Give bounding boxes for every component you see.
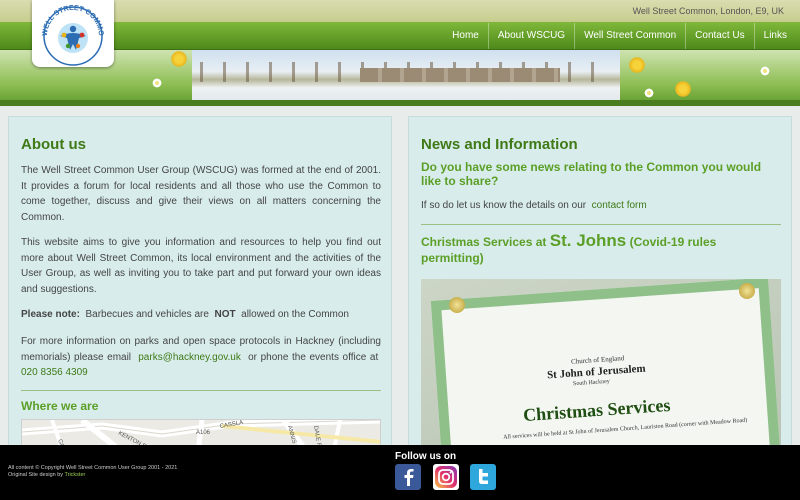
- about-title: About us: [21, 136, 86, 153]
- footer-copyright: All content © Copyright Well Street Comm…: [8, 465, 177, 479]
- instagram-icon: [435, 466, 457, 488]
- facebook-link[interactable]: [395, 464, 421, 490]
- about-panel: About us The Well Street Common User Gro…: [8, 116, 392, 456]
- about-divider: [21, 390, 381, 391]
- nav-home[interactable]: Home: [443, 23, 488, 49]
- daisy-icon: [644, 88, 654, 98]
- about-paragraph-1: The Well Street Common User Group (WSCUG…: [21, 165, 381, 223]
- nav-contact[interactable]: Contact Us: [685, 23, 753, 49]
- please-note-text-b: allowed on the Common: [241, 309, 349, 320]
- please-note-label: Please note:: [21, 309, 80, 320]
- site-footer: All content © Copyright Well Street Comm…: [0, 445, 800, 500]
- banner-buildings: [360, 68, 560, 82]
- main-nav: Home About WSCUG Well Street Common Cont…: [0, 22, 800, 50]
- news-title: News and Information: [421, 136, 578, 153]
- nav-links[interactable]: Links: [753, 23, 796, 49]
- news-contact-text: If so do let us know the details on our …: [421, 198, 781, 214]
- pin-icon: [449, 297, 465, 313]
- nav-well-street-common[interactable]: Well Street Common: [574, 23, 685, 49]
- christmas-headline-church: St. Johns: [549, 231, 627, 250]
- instagram-link[interactable]: [433, 464, 459, 490]
- where-we-are-title: Where we are: [21, 399, 99, 413]
- parks-email-link[interactable]: parks@hackney.gov.uk: [138, 352, 241, 363]
- map-label-a106: A106: [196, 430, 211, 436]
- design-credit-text: Original Site design by: [8, 472, 64, 478]
- christmas-headline-a: Christmas Services at: [421, 235, 547, 249]
- nav-about[interactable]: About WSCUG: [487, 23, 574, 49]
- header-address: Well Street Common, London, E9, UK: [632, 6, 784, 16]
- top-bar: Well Street Common, London, E9, UK: [0, 0, 800, 22]
- twitter-icon: [479, 469, 488, 484]
- events-phone-link[interactable]: 020 8356 4309: [21, 367, 88, 378]
- news-contact-prefix: If so do let us know the details on our: [421, 200, 587, 211]
- news-divider: [421, 224, 781, 225]
- dandelion-icon: [170, 50, 188, 68]
- follow-us-label: Follow us on: [395, 451, 457, 462]
- dandelion-icon: [628, 56, 646, 74]
- dandelion-icon: [674, 80, 692, 98]
- copyright-text: All content © Copyright Well Street Comm…: [8, 465, 178, 471]
- site-logo[interactable]: WELL STREET COMMON USER GROUP: [32, 0, 114, 67]
- news-question: Do you have some news relating to the Co…: [421, 160, 762, 188]
- facebook-icon: [404, 469, 414, 486]
- header-banner: [0, 50, 800, 106]
- daisy-icon: [760, 66, 770, 76]
- christmas-poster-image[interactable]: Church of England St John of Jerusalem S…: [421, 279, 781, 455]
- twitter-link[interactable]: [470, 464, 496, 490]
- about-paragraph-2: This website aims to give you informatio…: [21, 237, 381, 295]
- trickster-link[interactable]: Trickster: [64, 472, 85, 478]
- design-credit: Original Site design by Trickster: [8, 472, 177, 479]
- please-note: Please note: Barbecues and vehicles are …: [21, 307, 381, 323]
- please-note-text-a: Barbecues and vehicles are: [85, 309, 209, 320]
- news-panel: News and Information Do you have some ne…: [408, 116, 792, 456]
- banner-grass: [0, 100, 800, 106]
- christmas-headline: Christmas Services at St. Johns (Covid-1…: [421, 231, 781, 266]
- about-paragraph-4: For more information on parks and open s…: [21, 334, 381, 381]
- logo-emblem-icon: WELL STREET COMMON USER GROUP: [38, 2, 106, 66]
- daisy-icon: [152, 78, 162, 88]
- please-note-not: NOT: [214, 309, 236, 320]
- phone-info-text: or phone the events office at: [248, 351, 379, 363]
- pin-icon: [739, 283, 755, 299]
- contact-form-link[interactable]: contact form: [592, 200, 647, 211]
